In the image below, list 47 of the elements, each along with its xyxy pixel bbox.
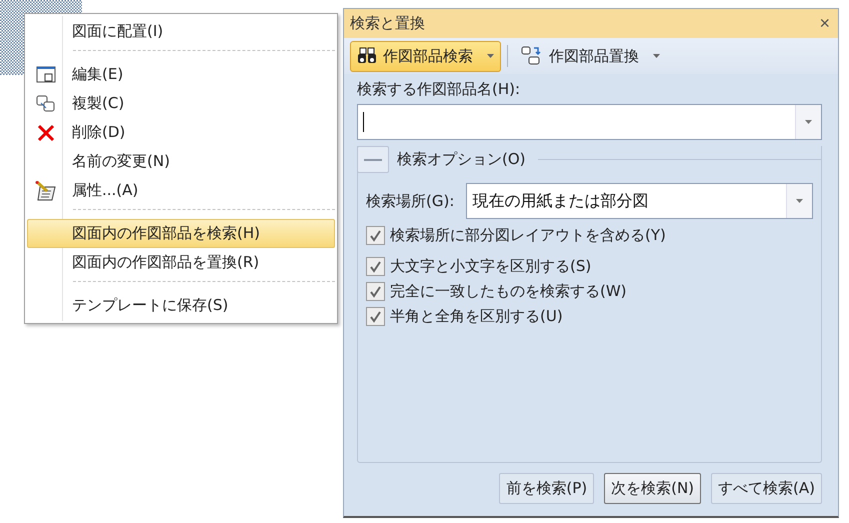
dropdown-arrow-icon xyxy=(796,199,803,203)
window-title: 検索と置換 xyxy=(350,14,425,33)
group-title: 検索オプション(O) xyxy=(397,150,526,169)
delete-icon xyxy=(37,124,55,142)
text-cursor xyxy=(363,112,364,132)
menu-item[interactable]: 名前の変更(N) xyxy=(27,147,335,176)
checkbox-label: 大文字と小文字を区別する(S) xyxy=(390,257,592,276)
location-combo-field[interactable]: 現在の用紙または部分図 xyxy=(466,183,813,219)
menu-item[interactable]: 削除(D) xyxy=(27,118,335,147)
menu-item[interactable]: 図面内の作図部品を検索(H) xyxy=(27,219,335,248)
check-icon xyxy=(369,230,382,242)
binoculars-icon xyxy=(357,47,377,65)
dialog-button[interactable]: 前を検索(P) xyxy=(499,473,594,504)
check-icon xyxy=(369,260,382,272)
window-icon xyxy=(36,66,56,84)
checkbox[interactable] xyxy=(366,257,385,276)
field-label: 検索場所(G): xyxy=(366,192,454,210)
replace-icon xyxy=(521,46,543,66)
toolbar-tab[interactable]: 作図部品検索 xyxy=(350,40,501,72)
check-icon xyxy=(369,286,382,298)
menu-item[interactable]: 複製(C) xyxy=(27,89,335,118)
menu-item[interactable]: 図面に配置(I) xyxy=(27,17,335,46)
menu-item[interactable]: テンプレートに保存(S) xyxy=(27,291,335,320)
checkbox[interactable] xyxy=(366,307,385,326)
caret-icon xyxy=(487,54,494,58)
duplicate-icon xyxy=(36,94,56,112)
name-combo-field[interactable] xyxy=(357,104,822,140)
check-icon xyxy=(369,310,382,322)
pencil-note-icon xyxy=(35,180,57,200)
checkbox-label: 検索場所に部分図レイアウトを含める(Y) xyxy=(390,226,666,245)
minus-icon xyxy=(364,158,382,160)
menu-item[interactable]: 属性...(A) xyxy=(27,176,335,205)
dropdown-arrow-icon xyxy=(805,120,812,124)
caret-icon xyxy=(653,54,660,58)
dialog-button[interactable]: すべて検索(A) xyxy=(711,473,822,504)
checkbox[interactable] xyxy=(366,282,385,301)
combo-value: 現在の用紙または部分図 xyxy=(471,190,650,212)
checkbox-label: 完全に一致したものを検索する(W) xyxy=(390,282,627,301)
toolbar-tab[interactable]: 作図部品置換 xyxy=(514,40,667,72)
menu-item[interactable]: 編集(E) xyxy=(27,60,335,89)
menu-item[interactable]: 図面内の作図部品を置換(R) xyxy=(27,248,335,277)
dialog-button[interactable]: 次を検索(N) xyxy=(604,473,702,504)
checkbox-label: 半角と全角を区別する(U) xyxy=(390,307,563,326)
checkbox[interactable] xyxy=(366,226,385,245)
field-label: 検索する作図部品名(H): xyxy=(357,80,522,99)
close-button[interactable]: × xyxy=(817,13,832,34)
collapse-toggle[interactable] xyxy=(357,146,389,173)
